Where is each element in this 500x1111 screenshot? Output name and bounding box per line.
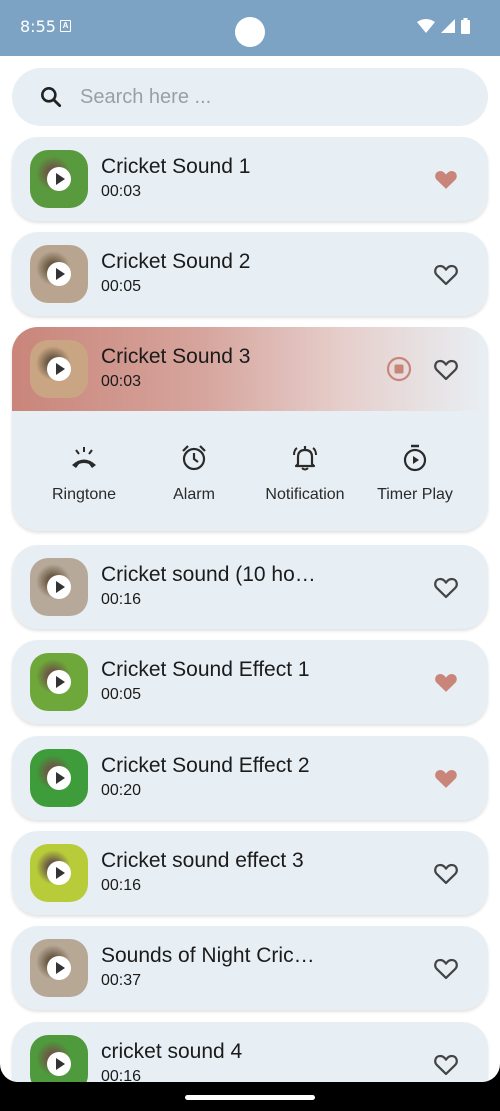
sound-card[interactable]: cricket sound 4 00:16: [12, 1022, 488, 1082]
sound-thumbnail[interactable]: [30, 749, 88, 807]
play-icon[interactable]: [47, 1052, 71, 1076]
sound-duration: 00:16: [101, 1068, 142, 1082]
heart-filled-icon[interactable]: [432, 165, 460, 198]
sound-thumbnail[interactable]: [30, 245, 88, 303]
sound-thumbnail[interactable]: [30, 1035, 88, 1082]
sound-card[interactable]: Cricket Sound Effect 2 00:20: [12, 736, 488, 820]
sound-title: Cricket sound (10 ho…: [101, 563, 316, 586]
play-icon[interactable]: [47, 670, 71, 694]
heart-outline-icon[interactable]: [432, 355, 460, 388]
action-label: Notification: [265, 486, 345, 503]
sound-thumbnail[interactable]: [30, 340, 88, 398]
play-icon[interactable]: [47, 262, 71, 286]
sound-row[interactable]: cricket sound 4 00:16: [12, 1022, 488, 1082]
sound-duration: 00:03: [101, 373, 142, 390]
sound-card[interactable]: Cricket Sound 1 00:03: [12, 137, 488, 221]
sound-duration: 00:05: [101, 686, 142, 703]
status-icons: [417, 18, 470, 34]
sound-title: Cricket Sound 3: [101, 345, 251, 368]
set-as-actions: Ringtone Alarm Notification Timer Play: [12, 411, 488, 531]
search-icon: [41, 87, 62, 108]
action-label: Timer Play: [377, 486, 453, 503]
sound-thumbnail[interactable]: [30, 653, 88, 711]
play-icon[interactable]: [47, 766, 71, 790]
sound-card[interactable]: Cricket sound (10 ho… 00:16: [12, 545, 488, 629]
sound-thumbnail[interactable]: [30, 939, 88, 997]
sound-title: cricket sound 4: [101, 1040, 243, 1063]
sound-row[interactable]: Cricket Sound Effect 2 00:20: [12, 736, 488, 820]
search-bar[interactable]: Search here ...: [12, 68, 488, 126]
alarm-icon: [179, 445, 209, 477]
sim-icon: A: [60, 20, 71, 32]
sound-thumbnail[interactable]: [30, 558, 88, 616]
sound-title: Cricket Sound 1: [101, 155, 251, 178]
heart-outline-icon[interactable]: [432, 859, 460, 892]
sound-duration: 00:16: [101, 591, 142, 608]
timer-icon: [400, 444, 430, 477]
action-label: Ringtone: [51, 486, 117, 503]
sound-row[interactable]: Cricket sound effect 3 00:16: [12, 831, 488, 915]
sound-thumbnail[interactable]: [30, 150, 88, 208]
sound-title: Cricket Sound Effect 1: [101, 658, 310, 681]
heart-outline-icon[interactable]: [432, 1050, 460, 1082]
sound-duration: 00:05: [101, 278, 142, 295]
heart-outline-icon[interactable]: [432, 573, 460, 606]
home-indicator[interactable]: [185, 1095, 315, 1100]
search-input[interactable]: Search here ...: [80, 86, 211, 109]
sound-duration: 00:16: [101, 877, 142, 894]
sound-row[interactable]: Cricket Sound 2 00:05: [12, 232, 488, 316]
action-label: Alarm: [173, 486, 215, 503]
play-icon[interactable]: [47, 167, 71, 191]
play-icon[interactable]: [47, 956, 71, 980]
sound-card[interactable]: Cricket Sound 3 00:03 Ringtone Alarm Notific…: [12, 327, 488, 531]
sound-thumbnail[interactable]: [30, 844, 88, 902]
sound-card[interactable]: Cricket Sound Effect 1 00:05: [12, 640, 488, 724]
play-icon[interactable]: [47, 357, 71, 381]
heart-filled-icon[interactable]: [432, 668, 460, 701]
phone-ring-icon: [69, 447, 99, 477]
wifi-icon: [417, 19, 435, 33]
sound-title: Cricket Sound Effect 2: [101, 754, 310, 777]
camera-cutout: [235, 17, 265, 47]
heart-outline-icon[interactable]: [432, 260, 460, 293]
sound-row[interactable]: Cricket Sound 3 00:03: [12, 327, 488, 411]
timer-play-button[interactable]: Timer Play: [360, 443, 470, 504]
sound-row[interactable]: Cricket Sound 1 00:03: [12, 137, 488, 221]
sound-duration: 00:20: [101, 782, 142, 799]
sound-duration: 00:37: [101, 972, 142, 989]
bell-icon: [290, 446, 320, 477]
sound-row[interactable]: Cricket sound (10 ho… 00:16: [12, 545, 488, 629]
heart-outline-icon[interactable]: [432, 954, 460, 987]
battery-icon: [461, 18, 470, 34]
sound-row[interactable]: Sounds of Night Cric… 00:37: [12, 926, 488, 1010]
sound-title: Sounds of Night Cric…: [101, 944, 315, 967]
stop-icon[interactable]: [386, 356, 412, 382]
sound-title: Cricket Sound 2: [101, 250, 251, 273]
sound-card[interactable]: Sounds of Night Cric… 00:37: [12, 926, 488, 1010]
ringtone-button[interactable]: Ringtone: [29, 443, 139, 504]
play-icon[interactable]: [47, 861, 71, 885]
status-bar: 8:55 A: [0, 0, 500, 56]
app-screen: 8:55 A Search here ... Cricket Sound 1 00…: [0, 0, 500, 1082]
notification-button[interactable]: Notification: [250, 443, 360, 504]
status-time: 8:55: [20, 17, 56, 36]
alarm-button[interactable]: Alarm: [139, 443, 249, 504]
play-icon[interactable]: [47, 575, 71, 599]
sound-title: Cricket sound effect 3: [101, 849, 304, 872]
sound-duration: 00:03: [101, 183, 142, 200]
heart-filled-icon[interactable]: [432, 764, 460, 797]
sound-card[interactable]: Cricket sound effect 3 00:16: [12, 831, 488, 915]
sound-card[interactable]: Cricket Sound 2 00:05: [12, 232, 488, 316]
sound-row[interactable]: Cricket Sound Effect 1 00:05: [12, 640, 488, 724]
signal-icon: [441, 19, 455, 33]
